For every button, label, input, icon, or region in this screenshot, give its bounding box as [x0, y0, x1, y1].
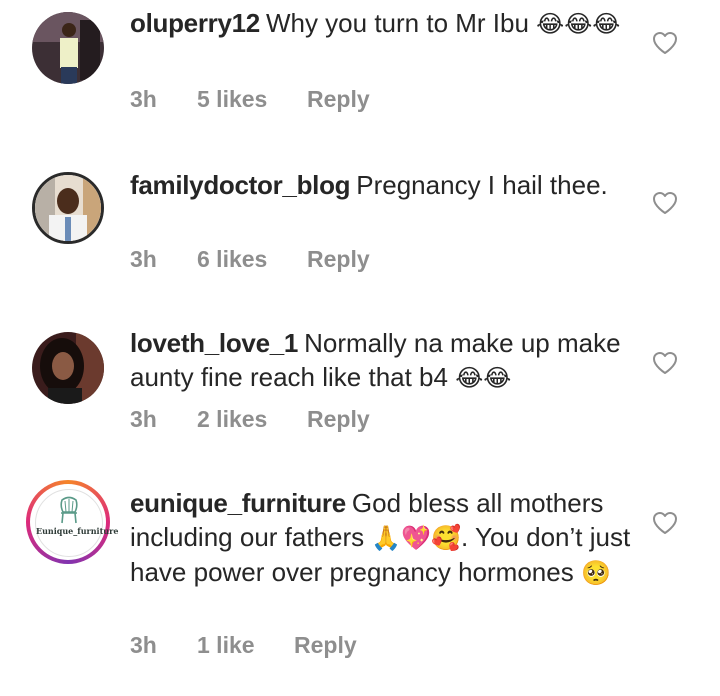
comment-meta: 3h 6 likes Reply: [130, 246, 370, 273]
brand-logo: Eunique_furniture: [35, 489, 119, 557]
comment-meta: 3h 2 likes Reply: [130, 406, 370, 433]
comment-time: 3h: [130, 632, 157, 658]
comment-text: Pregnancy I hail thee.: [356, 170, 608, 200]
comment-body: eunique_furniture God bless all mothers i…: [130, 486, 640, 590]
reply-button[interactable]: Reply: [294, 632, 357, 659]
story-ring-avatar[interactable]: Eunique_furniture: [26, 480, 119, 564]
comment-emoji: 🥺: [580, 559, 611, 587]
avatar: Eunique_furniture: [30, 484, 119, 560]
heart-outline-icon[interactable]: [652, 511, 678, 535]
reply-button[interactable]: Reply: [307, 246, 370, 273]
avatar[interactable]: [32, 12, 104, 84]
comment-likes[interactable]: 5 likes: [197, 86, 307, 113]
comment-username[interactable]: eunique_furniture: [130, 488, 346, 518]
reply-button[interactable]: Reply: [307, 406, 370, 433]
comment-body: familydoctor_blog Pregnancy I hail thee.: [130, 168, 630, 202]
comment-emoji: 🙏💖🥰: [371, 524, 462, 552]
comment-likes[interactable]: 6 likes: [197, 246, 307, 273]
heart-outline-icon[interactable]: [652, 31, 678, 55]
avatar[interactable]: [32, 332, 104, 404]
comment-username[interactable]: loveth_love_1: [130, 328, 298, 358]
comment-item: loveth_love_1 Normally na make up make au…: [0, 320, 720, 460]
comment-likes[interactable]: 2 likes: [197, 406, 307, 433]
chair-icon: [60, 496, 78, 524]
comment-item: familydoctor_blog Pregnancy I hail thee. …: [0, 160, 720, 300]
comment-item: oluperry12 Why you turn to Mr Ibu 😂😂😂 3h 5…: [0, 0, 720, 140]
reply-button[interactable]: Reply: [307, 86, 370, 113]
comment-emoji: 😂😂😂: [536, 10, 621, 38]
comment-body: oluperry12 Why you turn to Mr Ibu 😂😂😂: [130, 6, 630, 41]
comment-text: Why you turn to Mr Ibu: [265, 8, 529, 38]
comment-time: 3h: [130, 406, 157, 432]
comment-username[interactable]: oluperry12: [130, 8, 260, 38]
comment-meta: 3h 5 likes Reply: [130, 86, 370, 113]
comment-time: 3h: [130, 246, 157, 272]
comment-body: loveth_love_1 Normally na make up make au…: [130, 326, 630, 395]
comment-emoji: 😂😂: [455, 364, 512, 392]
comment-meta: 3h 1 like Reply: [130, 632, 357, 659]
avatar[interactable]: [32, 172, 104, 244]
comment-time: 3h: [130, 86, 157, 112]
brand-logo-text: Eunique_furniture: [36, 526, 119, 536]
comment-likes[interactable]: 1 like: [197, 632, 294, 659]
comment-username[interactable]: familydoctor_blog: [130, 170, 351, 200]
heart-outline-icon[interactable]: [652, 351, 678, 375]
comment-item: Eunique_furniture eunique_furniture God b…: [0, 480, 720, 696]
heart-outline-icon[interactable]: [652, 191, 678, 215]
